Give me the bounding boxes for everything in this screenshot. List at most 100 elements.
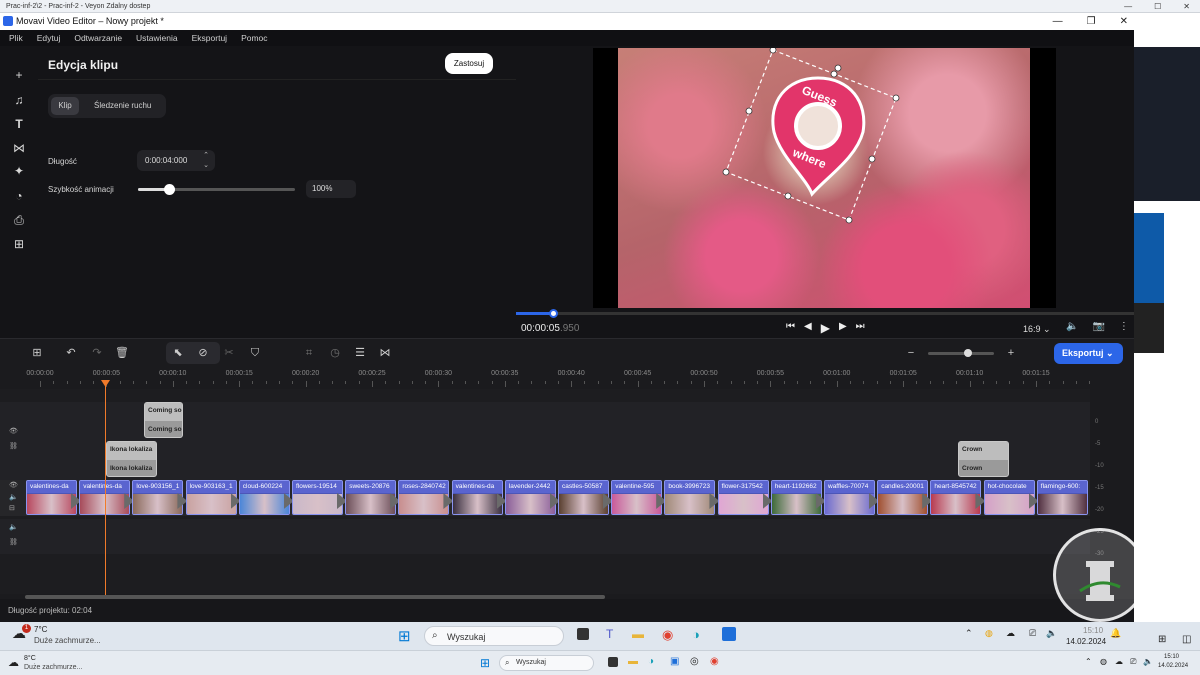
tray-app-icon[interactable]: ◍	[985, 628, 993, 639]
movavi-task-icon[interactable]	[722, 627, 736, 641]
clock-time[interactable]: 15:10	[1083, 626, 1103, 635]
zoom-handle[interactable]	[963, 349, 972, 357]
overlay-clip-crown[interactable]: Crown Crown	[958, 441, 1009, 477]
video-clip[interactable]: love-903163_1	[185, 480, 237, 515]
cut-icon[interactable]: ✂	[222, 346, 236, 360]
clock2-date[interactable]: 14.02.2024	[1158, 663, 1188, 669]
video-clip[interactable]: roses-2840742	[398, 480, 450, 515]
apply-button[interactable]: Zastosuj	[445, 53, 493, 74]
transition-tool-icon[interactable]: ⋈	[378, 346, 392, 360]
import-icon[interactable]: +	[12, 68, 26, 82]
video-clip[interactable]: waffles-70074	[824, 480, 875, 515]
clock-date[interactable]: 14.02.2024	[1066, 637, 1106, 646]
speaker-icon[interactable]: 🔈	[1046, 628, 1057, 639]
audio-track-icon[interactable]: 🔈	[9, 523, 18, 531]
video-clip[interactable]: cloud-600224	[238, 480, 290, 515]
video-clip[interactable]: valentines-da	[451, 480, 503, 515]
menu-edit[interactable]: Edytuj	[37, 30, 61, 46]
duration-field[interactable]: 0:00:04:000 ⌃ ⌄	[137, 150, 215, 171]
video-frame[interactable]: Guess where	[618, 48, 1030, 308]
music-icon[interactable]: ♫	[12, 93, 26, 107]
sticker-overlay[interactable]: Guess where	[618, 48, 1030, 308]
titles-icon[interactable]: T	[12, 117, 26, 131]
veyon-grid-icon[interactable]: ⊞	[1158, 634, 1166, 645]
restore-icon[interactable]: ❐	[1087, 13, 1096, 30]
video-clip[interactable]: heart-8545742	[930, 480, 982, 515]
network-icon[interactable]: ⎚	[1029, 628, 1036, 639]
video-clip[interactable]: candles-20001	[877, 480, 929, 515]
remote-maximize-icon[interactable]: ☐	[1154, 2, 1161, 11]
minimize-icon[interactable]: —	[1053, 13, 1063, 30]
speed-field[interactable]: 100%	[306, 180, 356, 198]
start2-icon[interactable]: ⊞	[480, 656, 490, 670]
weather2-icon[interactable]: ☁	[8, 656, 19, 669]
playback-handle[interactable]	[549, 309, 559, 318]
menu-help[interactable]: Pomoc	[241, 30, 267, 46]
taskbar-search[interactable]: ⌕ Wyszukaj	[424, 626, 564, 646]
speed-icon[interactable]: ◷	[328, 346, 342, 360]
video-clip[interactable]: lavender-2442	[504, 480, 556, 515]
video-clip[interactable]: love-903156_1	[132, 480, 184, 515]
ripple-tool-icon[interactable]: ⊘	[196, 346, 210, 360]
skip-end-icon[interactable]: ⏭	[856, 321, 865, 335]
speaker2-icon[interactable]: 🔈	[1143, 657, 1153, 666]
snapshot-icon[interactable]: 📷	[1092, 321, 1104, 332]
video-clip[interactable]: flowers-19514	[292, 480, 343, 515]
teams-icon[interactable]: T	[606, 627, 613, 641]
stickers-icon[interactable]: ◔	[12, 189, 26, 203]
prev-frame-icon[interactable]: ◀	[804, 321, 812, 335]
tray-chevron-icon[interactable]: ⌃	[965, 628, 973, 639]
speed-slider[interactable]	[138, 184, 295, 195]
export-button[interactable]: Eksportuj ⌄	[1054, 343, 1123, 364]
chrome2-icon[interactable]: ◉	[710, 656, 719, 667]
video-clip[interactable]: valentine-595	[611, 480, 663, 515]
chrome-icon[interactable]: ◉	[662, 627, 673, 643]
main-audio-icon[interactable]: 🔈	[9, 493, 18, 501]
menu-settings[interactable]: Ustawienia	[136, 30, 178, 46]
timeline-ruler[interactable]: 00:00:00 00:00:05 00:00:10 00:00:15 00:00:20…	[0, 366, 1134, 389]
taskbar2-search[interactable]: ⌕ Wyszukaj	[499, 655, 594, 671]
menu-export[interactable]: Eksportuj	[192, 30, 227, 46]
play-icon[interactable]: ▶	[821, 321, 830, 335]
overlay-clip-coming-soon[interactable]: Coming so Coming so	[144, 402, 183, 438]
clock2-time[interactable]: 15:10	[1164, 654, 1179, 660]
media-icon[interactable]: ⎙	[12, 213, 26, 227]
main-lock-icon[interactable]: ⊟	[9, 504, 15, 512]
tray2-chevron-icon[interactable]: ⌃	[1085, 657, 1092, 666]
tray-cloud-icon[interactable]: ☁	[1006, 628, 1015, 639]
tab-motion-tracking[interactable]: Śledzenie ruchu	[94, 97, 162, 115]
main-visibility-icon[interactable]: 👁	[9, 481, 18, 489]
add-track-icon[interactable]: ⊞	[30, 346, 44, 360]
video-clip[interactable]: hot-chocolate	[983, 480, 1035, 515]
veyon-window-icon[interactable]: ◫	[1182, 634, 1191, 645]
video-clip[interactable]: valentines-da	[26, 480, 77, 515]
edge2-icon[interactable]: ◑	[648, 656, 654, 667]
overlay-clip-location-icon[interactable]: Ikona lokaliza Ikona lokaliza	[106, 441, 157, 477]
next-frame-icon[interactable]: ▶	[839, 321, 847, 335]
more-tools-icon[interactable]: ⊞	[12, 237, 26, 251]
menu-file[interactable]: Plik	[9, 30, 23, 46]
video-clip[interactable]: book-3996723	[664, 480, 716, 515]
effects-icon[interactable]: ✦	[12, 164, 26, 178]
audio-link-icon[interactable]: ⛓	[9, 538, 18, 546]
notification-bell-icon[interactable]: 🔔	[1110, 628, 1121, 639]
video-clip[interactable]: heart-1192662	[770, 480, 822, 515]
app2-icon[interactable]: ▣	[670, 656, 679, 667]
delete-icon[interactable]: 🗑	[115, 346, 129, 360]
playhead[interactable]	[105, 380, 106, 595]
more-icon[interactable]: ⋮	[1119, 321, 1129, 332]
playback-progress[interactable]	[516, 309, 1134, 318]
task-view-icon[interactable]	[577, 628, 589, 640]
menu-playback[interactable]: Odtwarzanie	[74, 30, 122, 46]
duration-stepper-icon[interactable]: ⌃ ⌄	[203, 150, 209, 171]
file-explorer-icon[interactable]: ▬	[632, 627, 644, 641]
tray2-app-icon[interactable]: ◍	[1100, 657, 1107, 666]
edge-icon[interactable]: ◑	[692, 627, 700, 642]
video-clip[interactable]: flower-317542	[717, 480, 769, 515]
select-tool-icon[interactable]: ⬉	[171, 346, 185, 360]
adjust-icon[interactable]: ☰	[353, 346, 367, 360]
close-icon[interactable]: ✕	[1120, 13, 1128, 30]
zoom-out-icon[interactable]: −	[904, 346, 918, 360]
redo-icon[interactable]: ↷	[90, 346, 104, 360]
volume-icon[interactable]: 🔈	[1066, 321, 1078, 332]
